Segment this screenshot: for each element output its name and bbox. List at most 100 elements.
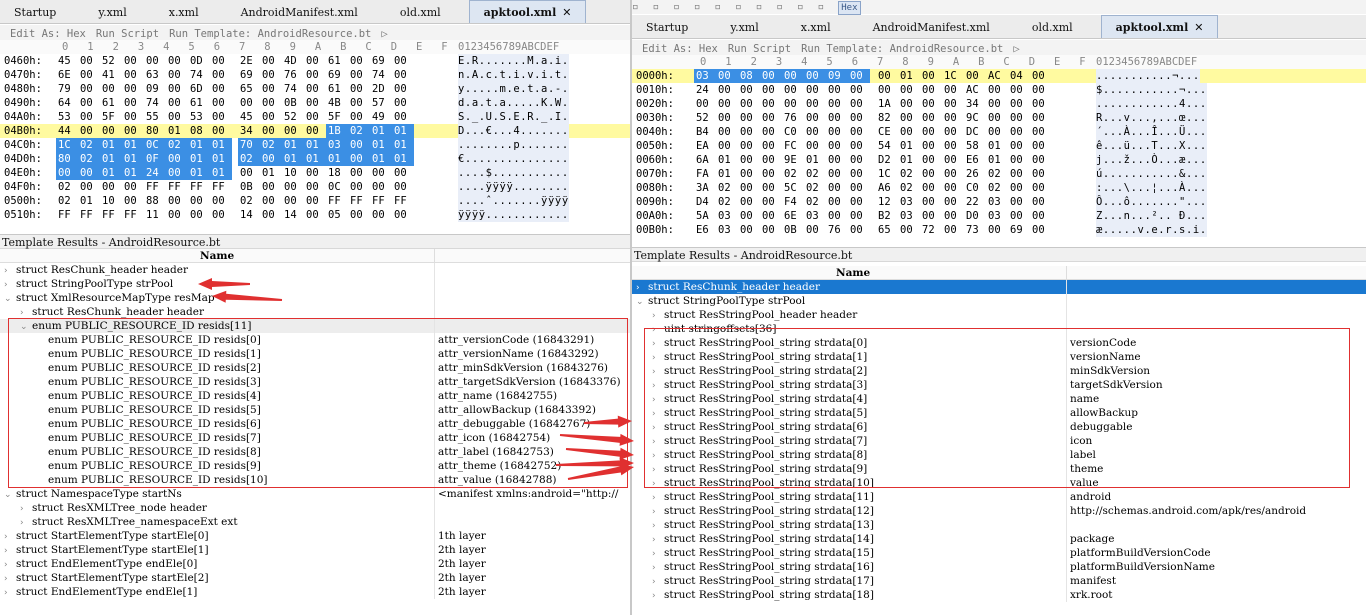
hex-byte[interactable]: 64 <box>56 96 78 110</box>
file-tab[interactable]: old.xml <box>1018 16 1087 39</box>
hex-byte[interactable]: 00 <box>716 97 738 111</box>
paste-icon[interactable]: ▫ <box>735 0 742 14</box>
hex-byte[interactable]: 00 <box>392 110 414 124</box>
hex-byte[interactable]: 00 <box>782 97 804 111</box>
hex-byte[interactable]: 00 <box>188 194 210 208</box>
hex-byte[interactable]: 00 <box>166 68 188 82</box>
template-row[interactable]: › struct ResStringPool_string strdata[6] d… <box>632 420 1366 434</box>
hex-byte[interactable]: FF <box>326 194 348 208</box>
hex-byte[interactable]: 00 <box>304 96 326 110</box>
file-tab[interactable]: x.xml <box>787 16 845 39</box>
hex-byte[interactable]: 01 <box>282 138 304 152</box>
hex-byte[interactable]: 2E <box>238 54 260 68</box>
hex-byte[interactable]: 00 <box>78 68 100 82</box>
hex-byte[interactable]: 00 <box>210 68 232 82</box>
name-column-header[interactable]: Name <box>836 266 870 280</box>
hex-byte[interactable]: 00 <box>804 69 826 83</box>
expanded-chevron-icon[interactable]: ⌄ <box>20 320 32 334</box>
hex-byte[interactable]: 00 <box>122 180 144 194</box>
file-tab[interactable]: old.xml <box>386 1 455 24</box>
hex-byte[interactable]: 00 <box>942 139 964 153</box>
hex-byte[interactable]: 00 <box>392 180 414 194</box>
hex-byte[interactable]: E6 <box>694 223 716 237</box>
hex-byte[interactable]: 9C <box>964 111 986 125</box>
hex-byte[interactable]: 6E <box>782 209 804 223</box>
hex-row[interactable]: 00A0h: 5A 03 00 00 6E 03 00 00 B2 03 00 00 D0 03 00 00 Z.… <box>632 209 1366 223</box>
hex-byte[interactable]: 00 <box>898 111 920 125</box>
hex-byte[interactable]: 69 <box>238 68 260 82</box>
template-row[interactable]: › struct ResChunk_header header <box>0 305 630 319</box>
hex-ascii[interactable]: $...........¬... <box>1096 83 1207 97</box>
hex-byte[interactable]: 00 <box>210 96 232 110</box>
hex-byte[interactable]: FF <box>78 208 100 222</box>
hex-byte[interactable]: 0D <box>188 54 210 68</box>
hex-row[interactable]: 04E0h: 00 00 01 01 24 00 01 01 00 01 10 00 18 00 00 00..… <box>0 166 630 180</box>
hex-row[interactable]: 0070h: FA 01 00 00 02 02 00 00 1C 02 00 00 26 02 00 00 ú.… <box>632 167 1366 181</box>
hex-ascii[interactable]: y.....m.e.t.a.-. <box>458 82 569 96</box>
hex-byte[interactable]: 00 <box>122 54 144 68</box>
hex-byte[interactable]: 00 <box>122 96 144 110</box>
hex-ascii[interactable]: ÿÿÿÿ............ <box>458 208 569 222</box>
hex-byte[interactable]: 02 <box>238 194 260 208</box>
hex-byte[interactable]: 00 <box>760 181 782 195</box>
template-row[interactable]: › struct ResXMLTree_node header <box>0 501 630 515</box>
hex-byte[interactable]: 5F <box>326 110 348 124</box>
template-row[interactable]: › uint stringoffsets[36] <box>632 322 1366 336</box>
hex-byte[interactable]: 01 <box>392 152 414 166</box>
hex-byte[interactable]: 01 <box>122 152 144 166</box>
hex-byte[interactable]: 03 <box>694 69 716 83</box>
hex-byte[interactable]: 01 <box>392 124 414 138</box>
hex-row[interactable]: 0010h: 24 00 00 00 00 00 00 00 00 00 00 00 AC 00 00 00 $.… <box>632 83 1366 97</box>
hex-byte[interactable]: 76 <box>826 223 848 237</box>
hex-byte[interactable]: 01 <box>898 69 920 83</box>
hex-byte[interactable]: 00 <box>942 97 964 111</box>
hex-byte[interactable]: 00 <box>348 96 370 110</box>
hex-byte[interactable]: 01 <box>370 138 392 152</box>
hex-byte[interactable]: 02 <box>260 138 282 152</box>
template-row[interactable]: › struct ResStringPool_string strdata[10]… <box>632 476 1366 490</box>
template-row[interactable]: › struct ResStringPool_string strdata[7] i… <box>632 434 1366 448</box>
hex-byte[interactable]: 80 <box>56 152 78 166</box>
hex-byte[interactable]: 00 <box>876 69 898 83</box>
hex-byte[interactable]: 00 <box>1030 181 1052 195</box>
hex-byte[interactable]: 1C <box>876 167 898 181</box>
hex-byte[interactable]: 44 <box>56 124 78 138</box>
hex-byte[interactable]: 00 <box>1008 209 1030 223</box>
hex-byte[interactable]: 00 <box>122 82 144 96</box>
hex-byte[interactable]: 00 <box>1030 139 1052 153</box>
hex-byte[interactable]: 00 <box>826 83 848 97</box>
hex-byte[interactable]: 00 <box>760 125 782 139</box>
hex-byte[interactable]: 00 <box>804 97 826 111</box>
hex-byte[interactable]: 41 <box>100 68 122 82</box>
hex-byte[interactable]: 45 <box>56 54 78 68</box>
hex-byte[interactable]: 00 <box>1008 139 1030 153</box>
hex-byte[interactable]: 01 <box>370 124 392 138</box>
collapsed-chevron-icon[interactable]: › <box>652 547 664 561</box>
hex-byte[interactable]: 49 <box>370 110 392 124</box>
hex-byte[interactable]: 00 <box>166 152 188 166</box>
hex-byte[interactable]: 34 <box>964 97 986 111</box>
hex-ascii[interactable]: E.R.......M.a.i. <box>458 54 569 68</box>
hex-byte[interactable]: 00 <box>716 111 738 125</box>
hex-byte[interactable]: 01 <box>78 194 100 208</box>
hex-byte[interactable]: 6A <box>694 153 716 167</box>
hex-byte[interactable]: 00 <box>760 167 782 181</box>
hex-byte[interactable]: 01 <box>986 153 1008 167</box>
hex-row[interactable]: 0020h: 00 00 00 00 00 00 00 00 1A 00 00 00 34 00 00 00..… <box>632 97 1366 111</box>
run-template-play-icon[interactable]: ▷ <box>381 28 387 40</box>
hex-byte[interactable]: 02 <box>782 167 804 181</box>
hex-byte[interactable]: 01 <box>370 152 392 166</box>
hex-byte[interactable]: 00 <box>348 208 370 222</box>
hex-byte[interactable]: 00 <box>304 180 326 194</box>
hex-byte[interactable]: 01 <box>210 138 232 152</box>
hex-byte[interactable]: 72 <box>920 223 942 237</box>
hex-ascii[interactable]: ............4... <box>1096 97 1207 111</box>
hex-byte[interactable]: 00 <box>738 223 760 237</box>
hex-byte[interactable]: 03 <box>986 195 1008 209</box>
hex-byte[interactable]: 01 <box>326 152 348 166</box>
hex-byte[interactable]: D0 <box>964 209 986 223</box>
collapsed-chevron-icon[interactable]: › <box>652 575 664 589</box>
hex-byte[interactable]: 88 <box>144 194 166 208</box>
hex-byte[interactable]: 00 <box>392 54 414 68</box>
hex-byte[interactable]: 01 <box>122 138 144 152</box>
